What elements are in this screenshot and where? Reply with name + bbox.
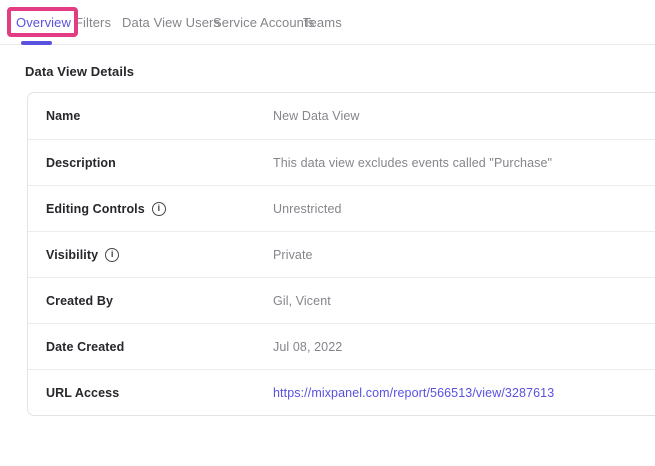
table-row-date-created: Date Created Jul 08, 2022 bbox=[28, 323, 655, 369]
active-tab-indicator bbox=[21, 41, 52, 45]
tab-teams[interactable]: Teams bbox=[303, 0, 342, 44]
tab-overview[interactable]: Overview bbox=[16, 0, 71, 44]
row-value: This data view excludes events called "P… bbox=[273, 156, 552, 170]
table-row-visibility: Visibility i Private bbox=[28, 231, 655, 277]
row-value: Gil, Vicent bbox=[273, 294, 331, 308]
info-icon[interactable]: i bbox=[152, 202, 166, 216]
row-label: Description bbox=[46, 156, 273, 170]
data-view-url-link[interactable]: https://mixpanel.com/report/566513/view/… bbox=[273, 386, 554, 400]
table-row-created-by: Created By Gil, Vicent bbox=[28, 277, 655, 323]
row-label: Visibility i bbox=[46, 248, 273, 262]
table-row-name: Name New Data View bbox=[28, 93, 655, 139]
row-label-text: URL Access bbox=[46, 386, 119, 400]
settings-page: Overview Filters Data View Users Service… bbox=[0, 0, 655, 466]
row-label: Name bbox=[46, 109, 273, 123]
row-label-text: Date Created bbox=[46, 340, 124, 354]
tab-service-accounts[interactable]: Service Accounts bbox=[213, 0, 314, 44]
row-label-text: Description bbox=[46, 156, 116, 170]
row-value: New Data View bbox=[273, 109, 360, 123]
data-view-details-card: Name New Data View Description This data… bbox=[27, 92, 655, 416]
table-row-description: Description This data view excludes even… bbox=[28, 139, 655, 185]
tab-filters[interactable]: Filters bbox=[75, 0, 111, 44]
row-label-text: Visibility bbox=[46, 248, 98, 262]
info-icon[interactable]: i bbox=[105, 248, 119, 262]
row-value: Private bbox=[273, 248, 313, 262]
row-value: Unrestricted bbox=[273, 202, 342, 216]
table-row-url-access: URL Access https://mixpanel.com/report/5… bbox=[28, 369, 655, 415]
row-label-text: Created By bbox=[46, 294, 113, 308]
row-label: Date Created bbox=[46, 340, 273, 354]
tab-bar: Overview Filters Data View Users Service… bbox=[0, 0, 655, 45]
row-label: Editing Controls i bbox=[46, 202, 273, 216]
row-value: Jul 08, 2022 bbox=[273, 340, 342, 354]
row-label-text: Editing Controls bbox=[46, 202, 145, 216]
row-label: URL Access bbox=[46, 386, 273, 400]
row-label-text: Name bbox=[46, 109, 80, 123]
tab-data-view-users[interactable]: Data View Users bbox=[122, 0, 220, 44]
row-label: Created By bbox=[46, 294, 273, 308]
page-title: Data View Details bbox=[25, 64, 134, 79]
table-row-editing-controls: Editing Controls i Unrestricted bbox=[28, 185, 655, 231]
